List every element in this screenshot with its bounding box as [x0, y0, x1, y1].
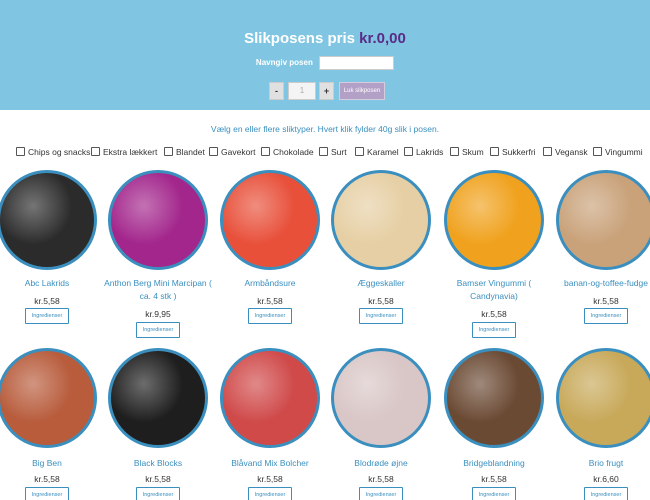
bag-name-label: Navngiv posen [255, 58, 313, 68]
quantity-input[interactable]: 1 [288, 82, 316, 100]
checkbox[interactable] [404, 147, 413, 156]
product-image[interactable] [556, 170, 650, 270]
product-image[interactable] [331, 170, 431, 270]
product-name[interactable]: Big Ben [0, 457, 103, 470]
product-price: kr.6,60 [593, 474, 619, 484]
filter-lakrids[interactable]: Lakrids [404, 147, 443, 157]
product-image[interactable] [444, 170, 544, 270]
product-price: kr.5,58 [34, 296, 60, 306]
checkbox[interactable] [261, 147, 270, 156]
category-filters: Chips og snacks Ekstra lækkert Blandet G… [16, 147, 646, 161]
product-name[interactable]: Brio frugt [550, 457, 650, 470]
ingredients-button[interactable]: Ingredienser [472, 322, 516, 338]
ingredients-button[interactable]: Ingredienser [584, 308, 628, 324]
filter-karamel[interactable]: Karamel [355, 147, 399, 157]
filter-label: Karamel [367, 147, 399, 157]
product-name[interactable]: Anthon Berg Mini Marcipan ( ca. 4 stk ) [102, 277, 214, 303]
product-image[interactable] [108, 348, 208, 448]
product-price: kr.5,58 [593, 296, 619, 306]
product-name[interactable]: banan-og-toffee-fudge [550, 277, 650, 290]
checkbox[interactable] [543, 147, 552, 156]
checkbox[interactable] [490, 147, 499, 156]
bag-price: kr.0,00 [359, 30, 406, 47]
product-price: kr.9,95 [145, 309, 171, 319]
product-name[interactable]: Armbåndsure [214, 277, 326, 290]
filter-skum[interactable]: Skum [450, 147, 484, 157]
ingredients-button[interactable]: Ingredienser [248, 308, 292, 324]
decrease-button[interactable]: - [269, 82, 284, 100]
product-price: kr.5,58 [145, 474, 171, 484]
filter-vegansk[interactable]: Vegansk [543, 147, 588, 157]
product-name[interactable]: Bridgeblandning [438, 457, 550, 470]
product-price: kr.5,58 [257, 296, 283, 306]
filter-label: Vingummi [605, 147, 643, 157]
filter-label: Gavekort [221, 147, 256, 157]
checkbox[interactable] [209, 147, 218, 156]
product-image[interactable] [0, 170, 97, 270]
checkbox[interactable] [593, 147, 602, 156]
header-banner: Slikposens pris kr.0,00 Navngiv posen - … [0, 0, 650, 110]
bag-name-input[interactable] [319, 56, 395, 70]
filter-gavekort[interactable]: Gavekort [209, 147, 256, 157]
ingredients-button[interactable]: Ingredienser [584, 487, 628, 500]
product-name[interactable]: Blåvand Mix Bolcher [214, 457, 326, 470]
filter-label: Surt [331, 147, 347, 157]
filter-label: Chips og snacks [28, 147, 91, 157]
ingredients-button[interactable]: Ingredienser [359, 308, 403, 324]
filter-label: Chokolade [273, 147, 314, 157]
product-price: kr.5,58 [481, 309, 507, 319]
filter-surt[interactable]: Surt [319, 147, 347, 157]
product-price: kr.5,58 [257, 474, 283, 484]
filter-label: Ekstra lækkert [103, 147, 158, 157]
ingredients-button[interactable]: Ingredienser [359, 487, 403, 500]
filter-ekstra-laekkert[interactable]: Ekstra lækkert [91, 147, 157, 157]
product-price: kr.5,58 [368, 474, 394, 484]
product-name[interactable]: Black Blocks [102, 457, 214, 470]
product-name[interactable]: Æggeskaller [325, 277, 437, 290]
product-image[interactable] [220, 170, 320, 270]
product-price: kr.5,58 [481, 474, 507, 484]
ingredients-button[interactable]: Ingredienser [472, 487, 516, 500]
product-name[interactable]: Abc Lakrids [0, 277, 103, 290]
filter-sukkerfri[interactable]: Sukkerfri [490, 147, 536, 157]
page-title: Slikposens pris kr.0,00 [0, 30, 650, 47]
bag-name-row: Navngiv posen [0, 56, 650, 70]
filter-label: Blandet [176, 147, 205, 157]
ingredients-button[interactable]: Ingredienser [25, 487, 69, 500]
filter-vingummi[interactable]: Vingummi [593, 147, 643, 157]
filter-label: Lakrids [416, 147, 444, 157]
filter-chips-og-snacks[interactable]: Chips og snacks [16, 147, 90, 157]
product-price: kr.5,58 [34, 474, 60, 484]
checkbox[interactable] [164, 147, 173, 156]
filter-label: Sukkerfri [502, 147, 536, 157]
checkbox[interactable] [91, 147, 100, 156]
ingredients-button[interactable]: Ingredienser [136, 487, 180, 500]
checkbox[interactable] [355, 147, 364, 156]
ingredients-button[interactable]: Ingredienser [136, 322, 180, 338]
product-name[interactable]: Bamser Vingummi ( Candynavia) [438, 277, 550, 303]
product-price: kr.5,58 [368, 296, 394, 306]
product-image[interactable] [220, 348, 320, 448]
product-image[interactable] [444, 348, 544, 448]
filter-blandet[interactable]: Blandet [164, 147, 205, 157]
ingredients-button[interactable]: Ingredienser [248, 487, 292, 500]
instruction-text: Vælg en eller flere sliktyper. Hvert kli… [210, 124, 440, 134]
ingredients-button[interactable]: Ingredienser [25, 308, 69, 324]
close-bag-button[interactable]: Luk slikposen [339, 82, 385, 100]
increase-button[interactable]: + [319, 82, 334, 100]
product-image[interactable] [108, 170, 208, 270]
product-name[interactable]: Blodrøde øjne [325, 457, 437, 470]
checkbox[interactable] [319, 147, 328, 156]
filter-label: Vegansk [555, 147, 588, 157]
product-image[interactable] [556, 348, 650, 448]
checkbox[interactable] [450, 147, 459, 156]
checkbox[interactable] [16, 147, 25, 156]
title-text: Slikposens pris [244, 30, 360, 47]
filter-chokolade[interactable]: Chokolade [261, 147, 314, 157]
product-image[interactable] [331, 348, 431, 448]
filter-label: Skum [462, 147, 484, 157]
product-image[interactable] [0, 348, 97, 448]
